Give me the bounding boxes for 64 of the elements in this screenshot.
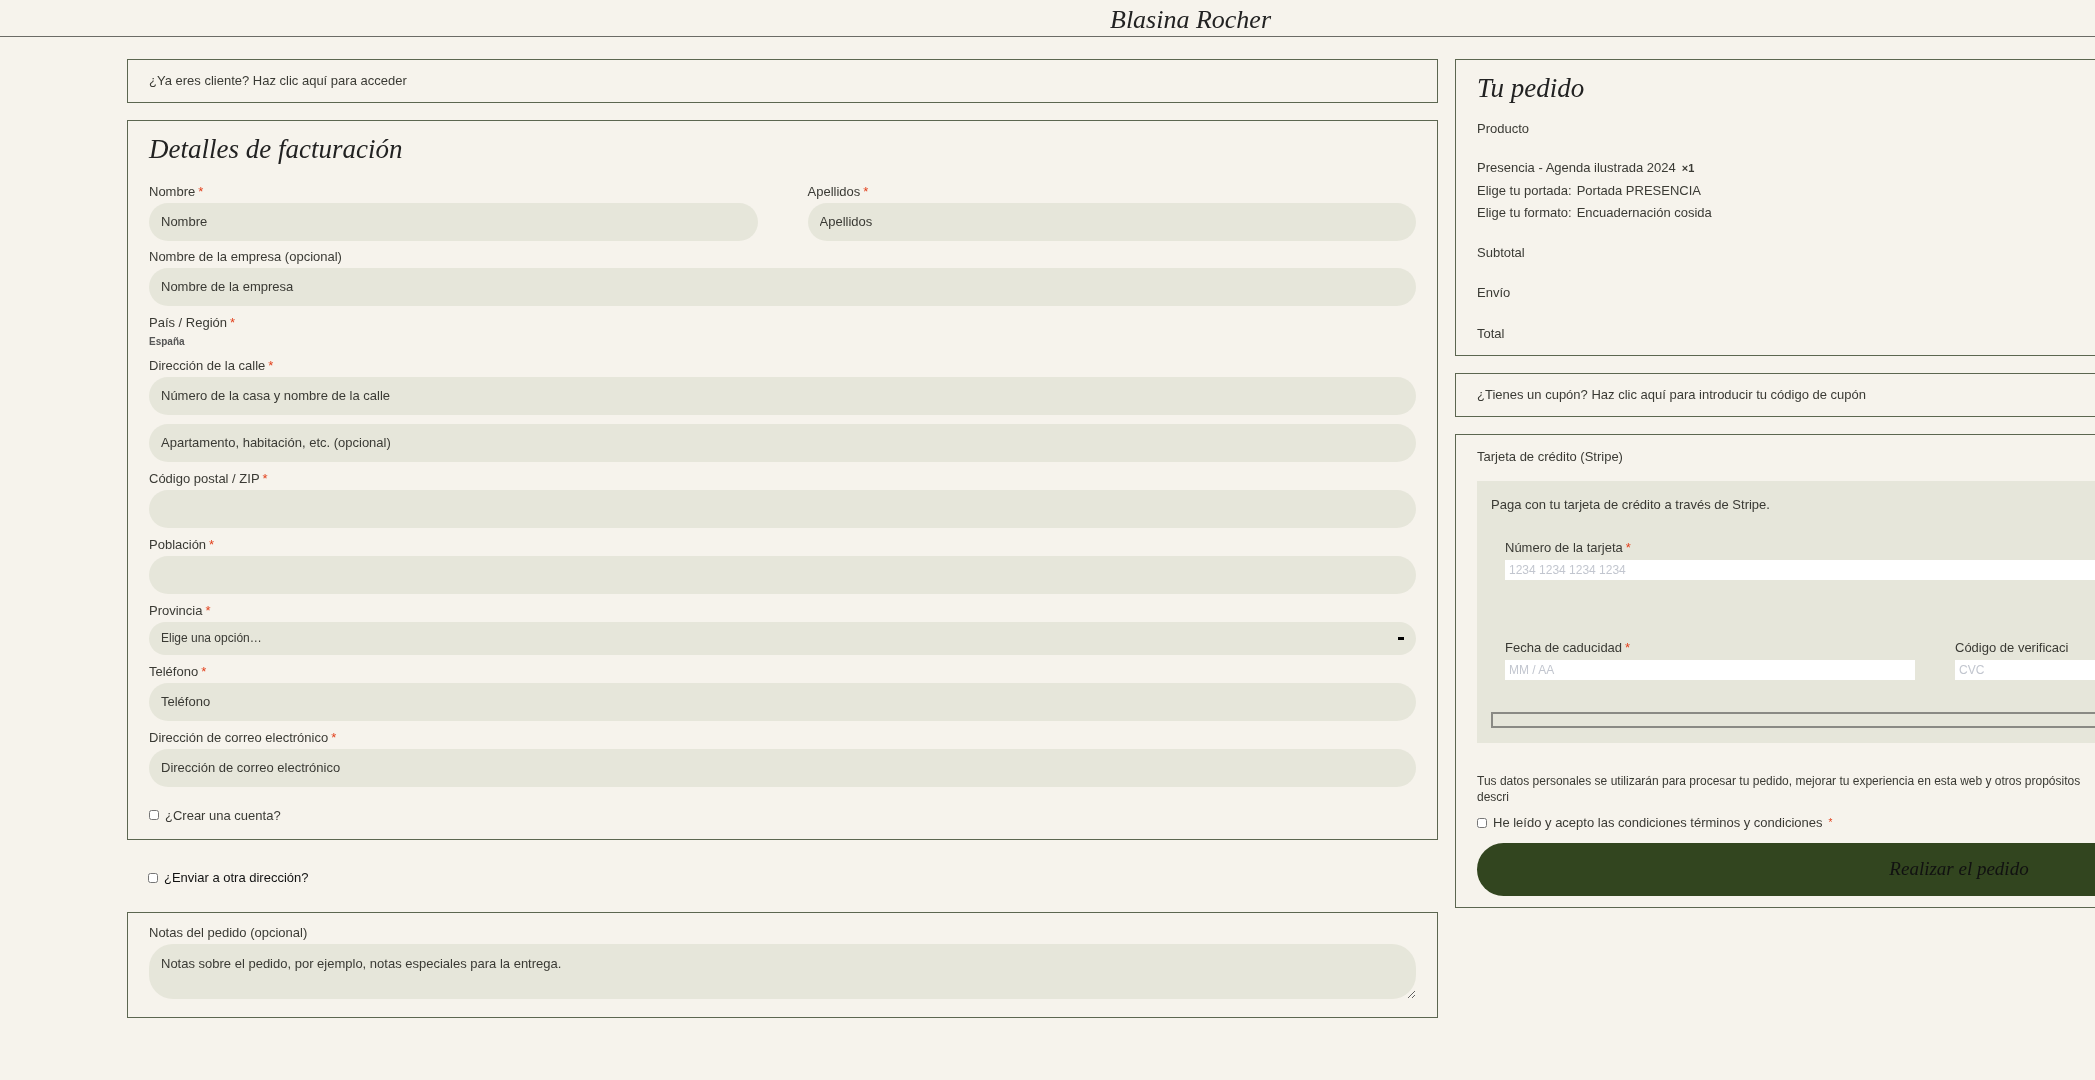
field-label: Dirección de correo electrónico	[149, 729, 329, 746]
required-asterisk: *	[230, 314, 236, 331]
column-header: Producto	[1477, 119, 1531, 138]
select-value: Elige una opción…	[161, 630, 262, 647]
text-input[interactable]: Apartamento, habitación, etc. (opcional)	[149, 423, 1416, 462]
total-row-label: Subtotal	[1477, 243, 1526, 262]
notes-textarea[interactable]: Notas sobre el pedido, por ejemplo, notas especiales para la entrega.	[149, 943, 1416, 999]
checkbox-label: He leído y acepto las condiciones términos y condiciones	[1493, 814, 1823, 832]
checkbox-label: ¿Enviar a otra dirección?	[164, 869, 309, 887]
privacy-notice: Tus datos personales se utilizarán para procesar tu pedido, mejorar tu experiencia en esta web y otros propósitos descri	[1477, 773, 2082, 805]
required-asterisk: *	[198, 183, 204, 200]
product-name: Presencia - Agenda ilustrada 2024	[1477, 159, 1676, 177]
total-row-label: Envío	[1477, 284, 1512, 302]
text-input[interactable]: Nombre de la empresa	[149, 267, 1416, 306]
total-row-label: Total	[1477, 324, 1506, 343]
section-heading: Tu pedido	[1477, 72, 1586, 105]
checkbox[interactable]	[1477, 817, 1487, 828]
field-label: Código de verificaci	[1955, 640, 2069, 656]
checkbox-label: ¿Crear una cuenta?	[165, 806, 281, 825]
required-asterisk: *	[209, 536, 215, 553]
text-input[interactable]: Dirección de correo electrónico	[149, 748, 1416, 787]
field-label: Provincia	[149, 602, 203, 619]
checkbox[interactable]	[149, 810, 159, 821]
meta-key: Elige tu portada:	[1477, 180, 1572, 200]
text-input[interactable]: Número de la casa y nombre de la calle	[149, 376, 1416, 415]
required-asterisk: *	[1625, 540, 1631, 556]
select-dropdown[interactable]: Elige una opción…	[149, 621, 1416, 655]
field-label: Código postal / ZIP	[149, 470, 260, 487]
site-logo[interactable]: Blasina Rocher	[1110, 4, 1272, 36]
field-label: Fecha de caducidad	[1505, 640, 1623, 656]
text-input[interactable]: Apellidos	[807, 202, 1416, 241]
meta-value: Encuadernación cosida	[1576, 204, 1712, 222]
required-asterisk: *	[863, 183, 869, 200]
field-label: Población	[149, 536, 207, 553]
required-asterisk: *	[1625, 640, 1631, 656]
field-label: Teléfono	[149, 663, 199, 680]
payment-description: Paga con tu tarjeta de crédito a través de Stripe.	[1491, 495, 1771, 514]
card-input[interactable]: CVC	[1955, 660, 2095, 680]
product-quantity: ×1	[1681, 161, 1695, 176]
meta-key: Elige tu formato:	[1477, 203, 1572, 223]
login-notice-link[interactable]: ¿Ya eres cliente? Haz clic aquí para acceder	[149, 71, 407, 91]
text-input[interactable]: Teléfono	[149, 682, 1416, 721]
field-label: Número de la tarjeta	[1505, 540, 1623, 556]
checkbox[interactable]	[148, 872, 158, 883]
payment-method-label: Tarjeta de crédito (Stripe)	[1477, 448, 1624, 466]
field-label: País / Región	[149, 314, 228, 331]
text-input[interactable]: Nombre	[149, 202, 758, 241]
field-label: Notas del pedido (opcional)	[149, 924, 308, 941]
meta-value: Portada PRESENCIA	[1576, 181, 1701, 200]
required-asterisk: *	[201, 663, 207, 680]
required-asterisk: *	[268, 357, 274, 374]
field-label: Dirección de la calle	[149, 357, 266, 374]
required-asterisk: *	[205, 602, 211, 619]
field-label: Nombre	[149, 183, 196, 200]
card-input[interactable]: 1234 1234 1234 1234	[1505, 560, 2095, 580]
section-heading: Detalles de facturación	[149, 133, 404, 166]
dropdown-marker-icon	[1398, 636, 1404, 640]
field-label: Apellidos	[807, 183, 861, 200]
card-input[interactable]: MM / AA	[1505, 660, 1915, 680]
required-asterisk: *	[262, 470, 268, 487]
country-value: España	[149, 334, 186, 349]
required-asterisk: *	[331, 729, 337, 746]
required-asterisk: *	[1828, 816, 1833, 831]
field-label: Nombre de la empresa (opcional)	[149, 248, 342, 265]
